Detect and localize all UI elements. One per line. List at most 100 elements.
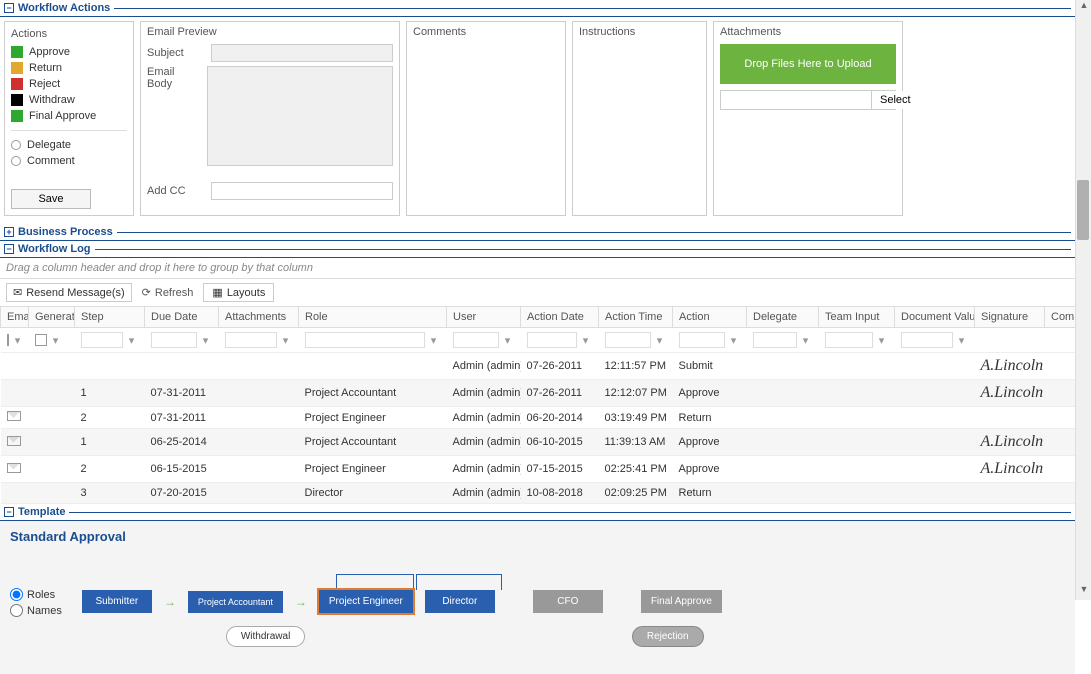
table-row[interactable]: 106-25-2014Project AccountantAdmin (admi… (1, 429, 1077, 456)
signature-image: A.Lincoln (981, 384, 1044, 401)
col-user[interactable]: User (447, 307, 521, 328)
action-label: Reject (29, 78, 60, 90)
expand-icon[interactable]: + (4, 227, 14, 237)
col-team-input[interactable]: Team Input (819, 307, 895, 328)
filter-input[interactable] (305, 332, 425, 348)
col-step[interactable]: Step (75, 307, 145, 328)
col-action-time[interactable]: Action Time (599, 307, 673, 328)
filter-checkbox[interactable] (7, 334, 9, 346)
rejection-pill[interactable]: Rejection (632, 626, 704, 647)
funnel-icon[interactable]: ▾ (125, 333, 139, 347)
resend-messages-button[interactable]: ✉ Resend Message(s) (6, 283, 132, 302)
radio-names[interactable]: Names (10, 604, 62, 617)
email-body-input[interactable] (207, 66, 393, 166)
funnel-icon[interactable]: ▾ (199, 333, 213, 347)
col-email[interactable]: Email (1, 307, 29, 328)
filter-input[interactable] (81, 332, 123, 348)
funnel-icon[interactable]: ▾ (427, 333, 441, 347)
subject-label: Subject (147, 47, 205, 59)
filter-input[interactable] (453, 332, 499, 348)
node-final-approve[interactable]: Final Approve (641, 590, 722, 613)
filter-input[interactable] (825, 332, 873, 348)
save-button[interactable]: Save (11, 189, 91, 209)
table-row[interactable]: Admin (admin)07-26-201112:11:57 PMSubmit… (1, 353, 1077, 380)
filter-input[interactable] (151, 332, 197, 348)
return-arrow (336, 574, 414, 590)
col-attachments[interactable]: Attachments (219, 307, 299, 328)
funnel-icon[interactable]: ▾ (579, 333, 593, 347)
node-submitter[interactable]: Submitter (82, 590, 152, 613)
option-label: Comment (27, 155, 75, 167)
grid-icon: ▦ (212, 286, 222, 299)
envelope-icon (7, 463, 21, 473)
funnel-icon[interactable]: ▾ (279, 333, 293, 347)
select-file-button[interactable]: Select (871, 91, 919, 109)
col-due[interactable]: Due Date (145, 307, 219, 328)
color-swatch (11, 78, 23, 90)
node-director[interactable]: Director (425, 590, 495, 613)
addcc-label: Add CC (147, 185, 205, 197)
node-project-accountant[interactable]: Project Accountant (188, 591, 283, 613)
section-workflow-actions: − Workflow Actions (0, 0, 1075, 17)
funnel-icon[interactable]: ▾ (49, 333, 63, 347)
table-row[interactable]: 207-31-2011Project EngineerAdmin (admin)… (1, 407, 1077, 429)
col-signature[interactable]: Signature (975, 307, 1045, 328)
scrollbar-thumb[interactable] (1077, 180, 1089, 240)
envelope-icon (7, 411, 21, 421)
color-swatch (11, 62, 23, 74)
table-row[interactable]: 307-20-2015DirectorAdmin (admin)10-08-20… (1, 483, 1077, 504)
refresh-icon: ⟳ (142, 286, 151, 299)
action-approve[interactable]: Approve (11, 44, 127, 60)
drop-zone[interactable]: Drop Files Here to Upload (720, 44, 896, 84)
col-delegate[interactable]: Delegate (747, 307, 819, 328)
action-return[interactable]: Return (11, 60, 127, 76)
col-action-date[interactable]: Action Date (521, 307, 599, 328)
option-delegate[interactable]: Delegate (11, 137, 127, 153)
filter-input[interactable] (679, 332, 725, 348)
return-arrow (416, 574, 502, 590)
action-final-approve[interactable]: Final Approve (11, 108, 127, 124)
node-project-engineer[interactable]: Project Engineer (319, 590, 413, 613)
refresh-button[interactable]: ⟳ Refresh (142, 286, 194, 299)
attachment-path-input[interactable] (721, 91, 871, 109)
funnel-icon[interactable]: ▾ (875, 333, 889, 347)
actions-panel: Actions ApproveReturnRejectWithdrawFinal… (4, 21, 134, 216)
funnel-icon[interactable]: ▾ (501, 333, 515, 347)
radio-roles[interactable]: Roles (10, 588, 62, 601)
table-row[interactable]: 107-31-2011Project AccountantAdmin (admi… (1, 380, 1077, 407)
subject-input[interactable] (211, 44, 393, 62)
funnel-icon[interactable]: ▾ (653, 333, 667, 347)
filter-checkbox[interactable] (35, 334, 47, 346)
action-reject[interactable]: Reject (11, 76, 127, 92)
layouts-button[interactable]: ▦ Layouts (203, 283, 274, 302)
scrollbar-vertical[interactable]: ▲ ▼ (1075, 0, 1091, 600)
col-action[interactable]: Action (673, 307, 747, 328)
filter-input[interactable] (225, 332, 277, 348)
scroll-down-icon[interactable]: ▼ (1076, 584, 1091, 600)
col-role[interactable]: Role (299, 307, 447, 328)
withdrawal-pill[interactable]: Withdrawal (226, 626, 305, 647)
action-withdraw[interactable]: Withdraw (11, 92, 127, 108)
funnel-icon[interactable]: ▾ (727, 333, 741, 347)
filter-input[interactable] (753, 332, 797, 348)
filter-input[interactable] (605, 332, 651, 348)
scroll-up-icon[interactable]: ▲ (1076, 0, 1091, 16)
funnel-icon[interactable]: ▾ (11, 333, 25, 347)
funnel-icon[interactable]: ▾ (799, 333, 813, 347)
group-by-hint[interactable]: Drag a column header and drop it here to… (0, 258, 1075, 279)
col-comments[interactable]: Comm (1045, 307, 1077, 328)
node-cfo[interactable]: CFO (533, 590, 603, 613)
col-generated[interactable]: Generated (29, 307, 75, 328)
option-comment[interactable]: Comment (11, 153, 127, 169)
addcc-input[interactable] (211, 182, 393, 200)
funnel-icon[interactable]: ▾ (955, 333, 969, 347)
filter-input[interactable] (527, 332, 577, 348)
collapse-icon[interactable]: − (4, 507, 14, 517)
collapse-icon[interactable]: − (4, 244, 14, 254)
collapse-icon[interactable]: − (4, 3, 14, 13)
filter-input[interactable] (901, 332, 953, 348)
comments-label: Comments (413, 26, 559, 38)
table-row[interactable]: 206-15-2015Project EngineerAdmin (admin)… (1, 456, 1077, 483)
col-doc-value[interactable]: Document Value (895, 307, 975, 328)
arrow-right-icon: → (164, 595, 176, 609)
